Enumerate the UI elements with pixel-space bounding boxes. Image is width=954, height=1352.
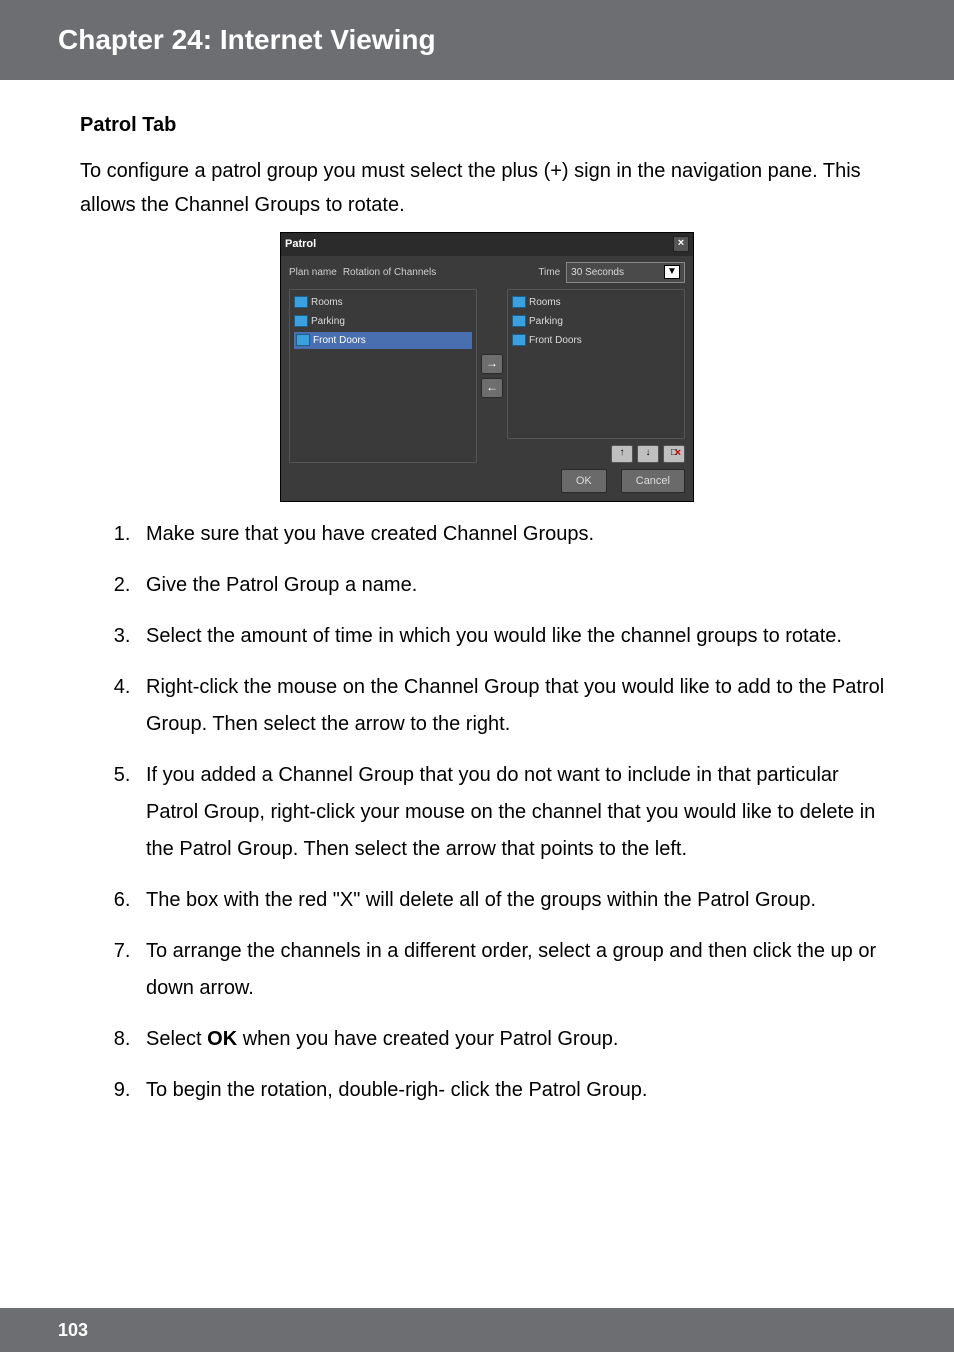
plan-name-value[interactable]: Rotation of Channels bbox=[343, 264, 436, 281]
move-up-button[interactable]: ↑ bbox=[611, 445, 633, 463]
page-number: 103 bbox=[58, 1320, 88, 1341]
chevron-down-icon: ▼ bbox=[664, 265, 680, 279]
intro-paragraph: To configure a patrol group you must sel… bbox=[80, 154, 894, 222]
available-groups-list[interactable]: Rooms Parking Front Doors bbox=[289, 289, 477, 463]
time-value: 30 Seconds bbox=[571, 264, 624, 281]
cancel-button[interactable]: Cancel bbox=[621, 469, 685, 494]
step-item: If you added a Channel Group that you do… bbox=[136, 757, 894, 868]
group-icon bbox=[294, 315, 308, 327]
step-item: Select OK when you have created your Pat… bbox=[136, 1021, 894, 1058]
step-item: The box with the red "X" will delete all… bbox=[136, 882, 894, 919]
dialog-footer: OK Cancel bbox=[289, 469, 685, 494]
step-item: To begin the rotation, double-righ- clic… bbox=[136, 1072, 894, 1109]
section-subhead: Patrol Tab bbox=[80, 108, 894, 142]
dialog-body: Plan name Rotation of Channels Time 30 S… bbox=[281, 256, 693, 502]
step-item: Give the Patrol Group a name. bbox=[136, 567, 894, 604]
step-item: Make sure that you have created Channel … bbox=[136, 516, 894, 553]
patrol-dialog: Patrol × Plan name Rotation of Channels … bbox=[280, 232, 694, 502]
order-buttons: ↑ ↓ □ bbox=[507, 445, 685, 463]
move-down-button[interactable]: ↓ bbox=[637, 445, 659, 463]
move-right-button[interactable]: → bbox=[481, 354, 503, 374]
step-item: Right-click the mouse on the Channel Gro… bbox=[136, 669, 894, 743]
chapter-title: Chapter 24: Internet Viewing bbox=[58, 24, 934, 56]
ok-strong: OK bbox=[207, 1028, 237, 1050]
group-icon bbox=[512, 334, 526, 346]
time-label: Time bbox=[538, 264, 560, 281]
selected-groups-list[interactable]: Rooms Parking Front Doors bbox=[507, 289, 685, 439]
list-item[interactable]: Front Doors bbox=[512, 332, 680, 349]
group-icon bbox=[294, 296, 308, 308]
list-item-selected[interactable]: Front Doors bbox=[294, 332, 472, 349]
screenshot-figure: Patrol × Plan name Rotation of Channels … bbox=[80, 232, 894, 502]
list-item[interactable]: Rooms bbox=[512, 294, 680, 311]
step-item: Select the amount of time in which you w… bbox=[136, 618, 894, 655]
page-footer: 103 bbox=[0, 1308, 954, 1352]
list-item[interactable]: Rooms bbox=[294, 294, 472, 311]
group-icon bbox=[296, 334, 310, 346]
dialog-top-row: Plan name Rotation of Channels Time 30 S… bbox=[289, 262, 685, 283]
close-icon[interactable]: × bbox=[673, 236, 689, 252]
group-icon bbox=[512, 296, 526, 308]
dialog-title: Patrol bbox=[285, 235, 316, 254]
instruction-list: Make sure that you have created Channel … bbox=[80, 516, 894, 1109]
group-icon bbox=[512, 315, 526, 327]
list-item[interactable]: Parking bbox=[512, 313, 680, 330]
list-item[interactable]: Parking bbox=[294, 313, 472, 330]
transfer-buttons: → ← bbox=[481, 289, 503, 463]
plan-name-label: Plan name bbox=[289, 264, 337, 281]
ok-button[interactable]: OK bbox=[561, 469, 607, 494]
delete-all-button[interactable]: □ bbox=[663, 445, 685, 463]
dual-list: Rooms Parking Front Doors → ← Rooms Park… bbox=[289, 289, 685, 463]
step-item: To arrange the channels in a different o… bbox=[136, 933, 894, 1007]
chapter-header: Chapter 24: Internet Viewing bbox=[0, 0, 954, 80]
move-left-button[interactable]: ← bbox=[481, 378, 503, 398]
dialog-titlebar: Patrol × bbox=[281, 233, 693, 256]
page-content: Patrol Tab To configure a patrol group y… bbox=[0, 80, 954, 1109]
time-select[interactable]: 30 Seconds ▼ bbox=[566, 262, 685, 283]
